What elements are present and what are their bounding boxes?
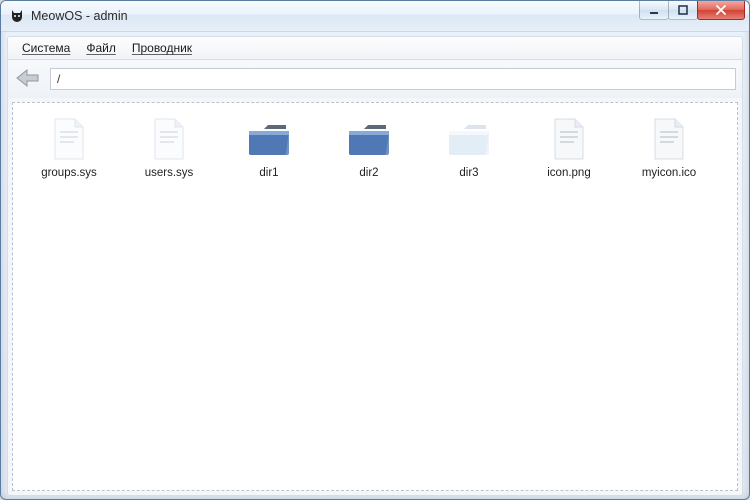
file-generic-icon [45, 115, 93, 163]
file-label: dir2 [357, 167, 380, 181]
folder-icon [345, 115, 393, 163]
file-item[interactable]: icon.png [519, 115, 619, 203]
file-item[interactable]: dir1 [219, 115, 319, 203]
app-window: MeowOS - admin Система Файл Проводник [0, 0, 750, 500]
folder-icon [245, 115, 293, 163]
menubar: Система Файл Проводник [7, 36, 743, 60]
titlebar[interactable]: MeowOS - admin [1, 1, 749, 32]
file-label: myicon.ico [640, 167, 698, 181]
toolbar [7, 60, 743, 98]
file-label: icon.png [545, 167, 592, 181]
file-generic-icon [645, 115, 693, 163]
file-area[interactable]: groups.sys users.sys [13, 103, 737, 490]
file-area-container: groups.sys users.sys [12, 102, 738, 491]
maximize-button[interactable] [668, 0, 698, 20]
file-item[interactable]: groups.sys [19, 115, 119, 203]
file-item[interactable]: users.sys [119, 115, 219, 203]
path-input[interactable] [50, 68, 736, 90]
cat-face-icon [9, 8, 25, 24]
arrow-left-icon [15, 67, 41, 92]
file-label: users.sys [143, 167, 196, 181]
file-item[interactable]: dir2 [319, 115, 419, 203]
file-generic-icon [145, 115, 193, 163]
file-label: groups.sys [39, 167, 99, 181]
menu-explorer[interactable]: Проводник [124, 39, 200, 57]
content-frame: groups.sys users.sys [7, 98, 743, 496]
menu-file[interactable]: Файл [78, 39, 124, 57]
window-title: MeowOS - admin [31, 9, 128, 23]
file-label: dir1 [257, 167, 280, 181]
minimize-button[interactable] [639, 0, 669, 20]
file-generic-icon [545, 115, 593, 163]
window-controls [640, 6, 745, 26]
menu-system[interactable]: Система [14, 39, 78, 57]
folder-light-icon [445, 115, 493, 163]
back-button[interactable] [14, 65, 42, 93]
file-label: dir3 [457, 167, 480, 181]
close-button[interactable] [697, 0, 745, 20]
file-grid: groups.sys users.sys [19, 115, 731, 203]
file-item[interactable]: dir3 [419, 115, 519, 203]
file-item[interactable]: myicon.ico [619, 115, 719, 203]
